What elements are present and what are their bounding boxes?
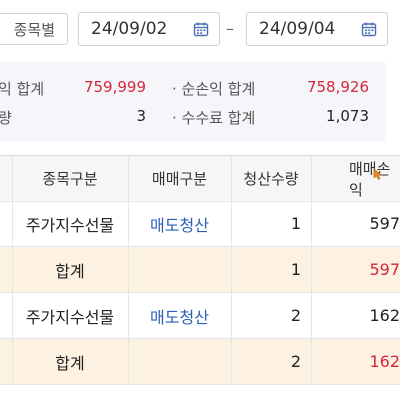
table-total-row[interactable]: 합계 2 162: [0, 339, 400, 385]
cell-trade-type: [128, 247, 231, 292]
cell-item-type: 합계: [55, 353, 85, 373]
net-pnl-total-label: · 순손익 합계: [172, 80, 256, 98]
start-date-value: 24/09/02: [91, 19, 168, 39]
cell-item-type: 주가지수선물: [25, 307, 115, 327]
net-pnl-total-value: 758,926: [306, 78, 369, 96]
cell-trade-type: [128, 339, 231, 384]
header-trade-type[interactable]: 매매구분: [128, 156, 231, 201]
cell-trade-pnl: 162: [369, 352, 400, 371]
date-range-separator: –: [226, 19, 234, 38]
cell-item-type: 주가지수선물: [25, 215, 115, 235]
fee-total-value: 1,073: [326, 107, 369, 125]
header-trade-pnl[interactable]: 매매손익: [311, 156, 400, 201]
header-close-qty[interactable]: 청산수량: [231, 156, 311, 201]
cursor-icon: [373, 168, 383, 180]
cell-trade-pnl: 162: [369, 306, 400, 325]
start-date-input[interactable]: 24/09/02: [78, 12, 220, 46]
summary-panel: 익 합계 759,999 량 3 · 순손익 합계 758,926 · 수수료 …: [0, 62, 386, 142]
cell-close-qty: 2: [290, 352, 301, 371]
cell-trade-type: 매도청산: [150, 215, 209, 235]
pnl-total-value: 759,999: [83, 78, 146, 96]
cell-trade-type: 매도청산: [150, 307, 209, 327]
calendar-icon[interactable]: [361, 21, 377, 37]
end-date-value: 24/09/04: [259, 19, 336, 39]
qty-total-label: 량: [0, 109, 12, 127]
cell-item-type: 합계: [55, 261, 85, 281]
calendar-icon[interactable]: [193, 21, 209, 37]
table-header-row: 종목구분 매매구분 청산수량 매매손익: [0, 155, 400, 202]
filter-bar: 종목별 24/09/02 – 24/09/04: [0, 0, 400, 56]
stock-filter-button[interactable]: 종목별: [0, 13, 68, 45]
cell-close-qty: 1: [290, 214, 301, 233]
qty-total-value: 3: [136, 107, 146, 125]
end-date-input[interactable]: 24/09/04: [246, 12, 388, 46]
pnl-total-label: 익 합계: [0, 80, 45, 98]
table-total-row[interactable]: 합계 1 597: [0, 247, 400, 293]
table-row[interactable]: 주가지수선물 매도청산 1 597: [0, 201, 400, 247]
cell-trade-pnl: 597: [369, 260, 400, 279]
header-item-type[interactable]: 종목구분: [12, 156, 128, 201]
cell-close-qty: 1: [290, 260, 301, 279]
fee-total-label: · 수수료 합계: [172, 109, 256, 127]
cell-trade-pnl: 597: [369, 214, 400, 233]
cell-close-qty: 2: [290, 306, 301, 325]
table-row[interactable]: 주가지수선물 매도청산 2 162: [0, 293, 400, 339]
